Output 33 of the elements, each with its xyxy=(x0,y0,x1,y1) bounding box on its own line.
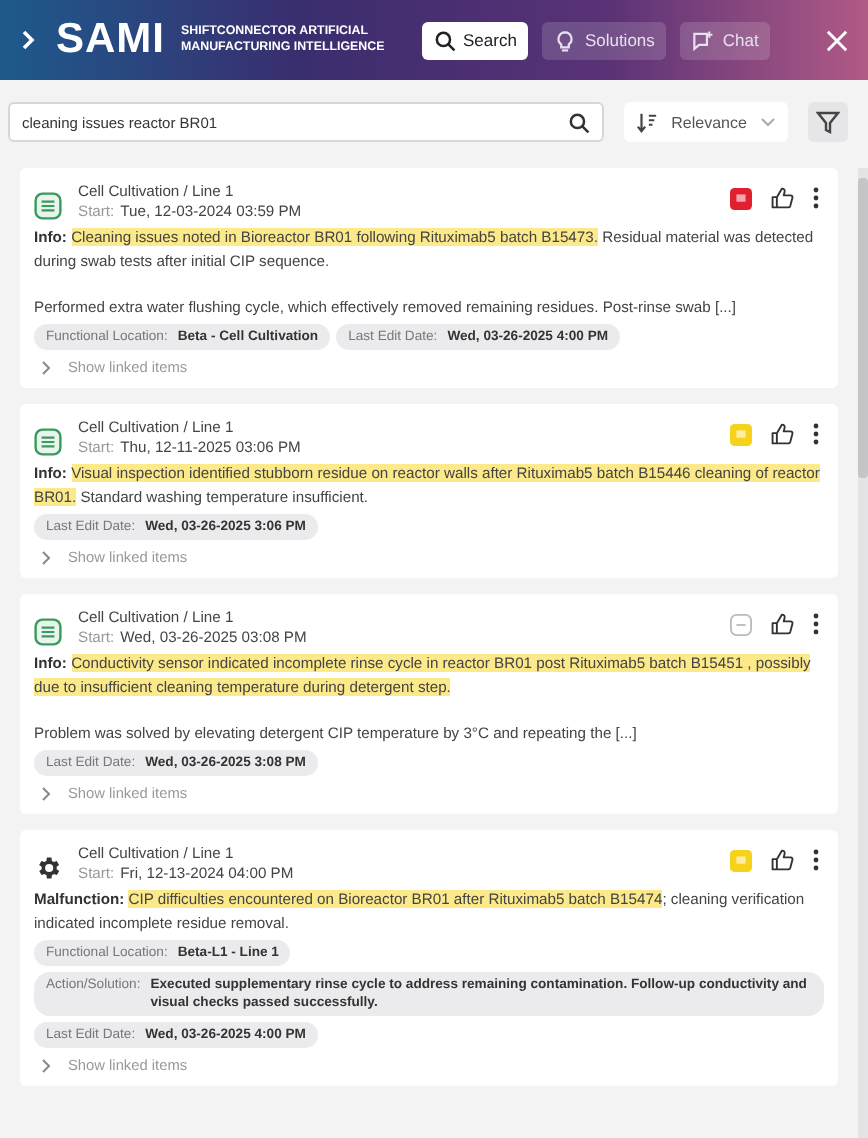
thumbs-up-icon[interactable] xyxy=(770,848,794,872)
chevron-icon xyxy=(40,1057,52,1073)
more-icon[interactable] xyxy=(812,612,820,636)
chevron-icon xyxy=(40,359,52,375)
sort-icon xyxy=(635,111,658,133)
scrollbar-thumb[interactable] xyxy=(858,178,868,478)
expand-icon[interactable] xyxy=(20,28,36,52)
caret-icon xyxy=(760,116,777,128)
search-icon xyxy=(433,29,455,51)
chevron-icon xyxy=(40,549,52,565)
close-icon[interactable] xyxy=(826,29,848,51)
search-icon[interactable] xyxy=(567,111,590,133)
gear-icon xyxy=(34,854,62,882)
list-icon xyxy=(34,618,62,646)
list-icon xyxy=(34,192,62,220)
sort-dropdown[interactable]: Relevance xyxy=(623,102,789,142)
no-priority-icon xyxy=(730,613,752,635)
more-icon[interactable] xyxy=(812,848,820,872)
list-icon xyxy=(34,428,62,456)
nav-tab[interactable]: Chat xyxy=(680,21,771,59)
thumbs-up-icon[interactable] xyxy=(770,612,794,636)
chat-icon xyxy=(692,29,715,51)
more-icon[interactable] xyxy=(812,422,820,446)
more-icon[interactable] xyxy=(812,186,820,210)
filter-icon xyxy=(816,110,841,134)
nav-tab[interactable]: Solutions xyxy=(542,21,667,59)
lightbulb-icon xyxy=(554,29,577,51)
thumbs-up-icon[interactable] xyxy=(770,422,794,446)
filter-button[interactable] xyxy=(808,102,848,142)
thumbs-up-icon[interactable] xyxy=(770,186,794,210)
logo-text: SAMI xyxy=(56,16,165,64)
nav-tab[interactable]: Search xyxy=(421,21,529,59)
chevron-icon xyxy=(40,785,52,801)
